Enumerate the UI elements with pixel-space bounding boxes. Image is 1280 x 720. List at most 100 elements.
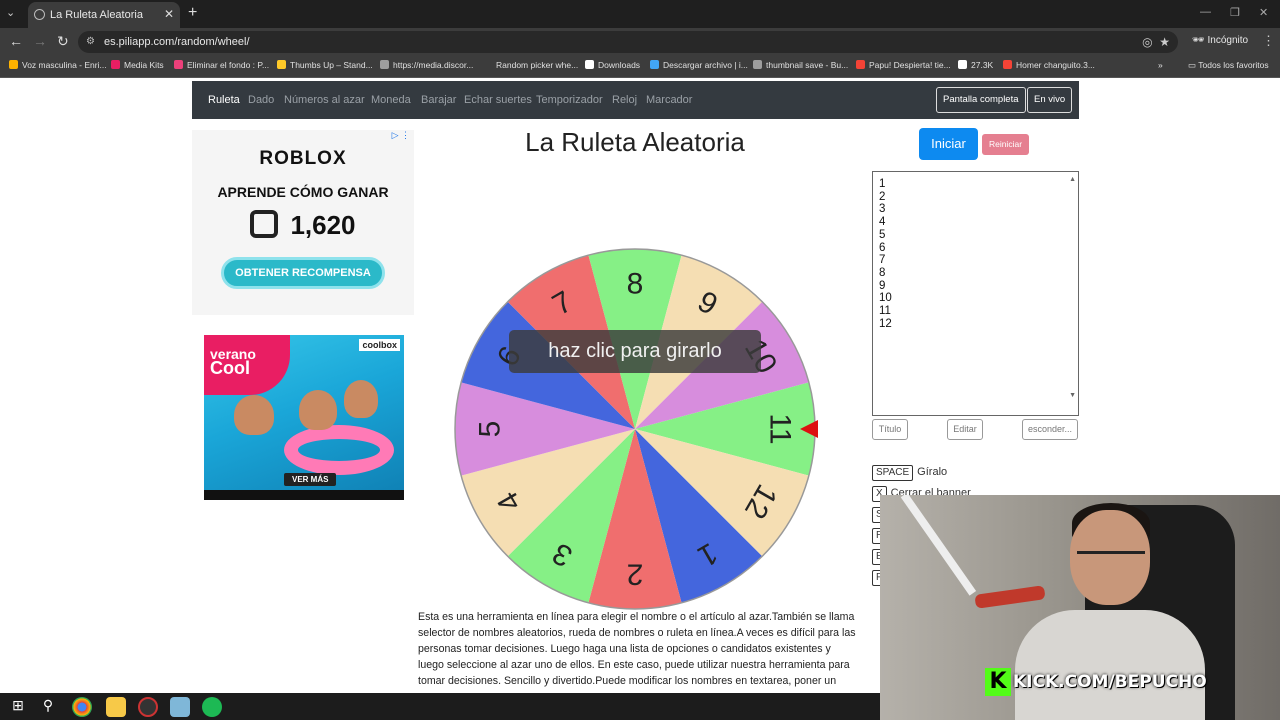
edit-button[interactable]: Editar (947, 419, 983, 440)
incognito-badge[interactable]: 🕶 Incógnito (1192, 35, 1248, 46)
scroll-up-icon[interactable]: ▲ (1069, 174, 1076, 187)
option-line: 4 (879, 216, 886, 229)
shortcut-label: Gíralo (917, 466, 948, 478)
bookmark-item[interactable]: Thumbs Up – Stand... (277, 60, 373, 70)
bookmark-item[interactable]: Random picker whe... (483, 60, 578, 70)
bookmark-item[interactable]: Media Kits (111, 60, 164, 70)
file-explorer-icon[interactable] (106, 697, 126, 717)
site-info-icon[interactable]: ⚙ (86, 31, 95, 53)
bookmark-item[interactable]: Papu! Despierta! tie... (856, 60, 951, 70)
wheel-label: 11 (764, 413, 797, 444)
page-title: La Ruleta Aleatoria (525, 127, 745, 157)
nav-link-temporizador[interactable]: Temporizador (536, 94, 603, 106)
stream-overlay: K KICK.COM/BEPUCHO (985, 668, 1207, 698)
reset-button[interactable]: Reiniciar (982, 134, 1029, 155)
roblox-ad[interactable]: ▷ ⋮ ROBLOX APRENDE CÓMO GANAR 1,620 OBTE… (192, 130, 414, 315)
nav-link-echar-suertes[interactable]: Echar suertes (464, 94, 532, 106)
option-line: 8 (879, 266, 886, 279)
maximize-icon[interactable]: ❐ (1230, 6, 1240, 19)
ad-headline: APRENDE CÓMO GANAR (217, 184, 389, 200)
nav-link-ruleta[interactable]: Ruleta (208, 94, 240, 106)
bookmark-item[interactable]: Eliminar el fondo : P... (174, 60, 269, 70)
tab-title: La Ruleta Aleatoria (50, 9, 143, 21)
pool-float (284, 425, 394, 475)
nav-link-moneda[interactable]: Moneda (371, 94, 411, 106)
description-text: Esta es una herramienta en línea para el… (418, 611, 856, 687)
browser-toolbar: ← → ↻ ⚙ es.piliapp.com/random/wheel/ ◎ ★… (0, 28, 1280, 56)
hide-button[interactable]: esconder... (1022, 419, 1078, 440)
reload-icon[interactable]: ↻ (57, 33, 69, 50)
start-button[interactable]: Iniciar (919, 128, 978, 160)
menu-icon[interactable]: ⋮ (1262, 33, 1275, 49)
back-icon[interactable]: ← (9, 33, 23, 49)
option-line: 10 (879, 292, 892, 305)
ad-choices-icon[interactable]: ▷ ⋮ (392, 130, 410, 141)
ad-reward-button[interactable]: OBTENER RECOMPENSA (221, 257, 385, 289)
shortcut-key: SPACE (872, 465, 914, 481)
nav-link-numeros[interactable]: Números al azar (284, 94, 365, 106)
windows-start-icon[interactable]: ⊞ (8, 697, 28, 717)
taskbar: ⊞ ⚲ (0, 693, 880, 720)
fullscreen-button[interactable]: Pantalla completa (936, 87, 1026, 113)
minimize-icon[interactable]: — (1200, 6, 1211, 18)
ad-person (344, 380, 378, 418)
close-window-icon[interactable]: ✕ (1259, 6, 1268, 19)
ad-person (299, 390, 337, 430)
globe-icon (34, 9, 45, 20)
bookmark-star-icon[interactable]: ◎ ★ (1142, 31, 1170, 53)
bookmark-favicon-icon (9, 60, 18, 69)
bookmark-item[interactable]: 27.3K (958, 60, 993, 70)
nav-link-marcador[interactable]: Marcador (646, 94, 692, 106)
bookmark-item[interactable]: Voz masculina - Enri... (9, 60, 107, 70)
app-icon[interactable] (170, 697, 190, 717)
ad-more-button[interactable]: VER MÁS (284, 473, 337, 486)
bookmark-item[interactable]: Downloads (585, 60, 640, 70)
chrome-icon[interactable] (72, 697, 92, 717)
options-textarea[interactable]: ▲ 1 2 3 4 5 6 7 8 9 10 11 12 ▼ (872, 171, 1079, 416)
bookmark-favicon-icon (111, 60, 120, 69)
summer-ad[interactable]: verano Cool coolbox VER MÁS (204, 335, 404, 500)
nav-link-dado[interactable]: Dado (248, 94, 274, 106)
forward-icon[interactable]: → (33, 33, 47, 49)
browser-tab[interactable]: La Ruleta Aleatoria ✕ (28, 2, 180, 28)
bookmark-item[interactable]: Homer changuito.3... (1003, 60, 1095, 70)
nav-link-barajar[interactable]: Barajar (421, 94, 456, 106)
option-line: 9 (879, 279, 886, 292)
address-bar[interactable]: ⚙ es.piliapp.com/random/wheel/ ◎ ★ (78, 31, 1178, 53)
search-icon[interactable]: ⚲ (38, 697, 58, 717)
bookmark-favicon-icon (174, 60, 183, 69)
bookmark-favicon-icon (1003, 60, 1012, 69)
title-button[interactable]: Título (872, 419, 908, 440)
random-wheel[interactable]: 123456789101112 (452, 246, 818, 612)
option-line: 1 (879, 178, 886, 190)
new-tab-icon[interactable]: + (188, 4, 197, 22)
wheel-label: 8 (627, 268, 644, 301)
robux-amount: 1,620 (192, 210, 414, 241)
spin-hint[interactable]: haz clic para girarlo (509, 330, 761, 373)
site-nav: Ruleta Dado Números al azar Moneda Baraj… (192, 81, 1079, 119)
profile-label: Incógnito (1207, 35, 1249, 46)
live-button[interactable]: En vivo (1027, 87, 1073, 113)
spotify-icon[interactable] (202, 697, 222, 717)
scroll-down-icon[interactable]: ▼ (1069, 390, 1076, 403)
roblox-logo: ROBLOX (259, 148, 347, 169)
bookmark-item[interactable]: Descargar archivo | i... (650, 60, 748, 70)
nav-link-reloj[interactable]: Reloj (612, 94, 637, 106)
wheel-label: 5 (474, 421, 507, 438)
bookmark-favicon-icon (380, 60, 389, 69)
ad-badge: verano Cool (204, 335, 290, 395)
shortcut-row: SPACE Gíralo (872, 465, 947, 481)
close-tab-icon[interactable]: ✕ (164, 7, 174, 21)
options-list: 1 2 3 4 5 6 7 8 9 10 11 12 (879, 178, 1072, 330)
browser-tabbar: ⌄ La Ruleta Aleatoria ✕ + — ❐ ✕ (0, 0, 1280, 28)
robux-icon (250, 210, 279, 238)
bookmark-favicon-icon (483, 60, 492, 69)
bookmark-item[interactable]: https://media.discor... (380, 60, 473, 70)
obs-icon[interactable] (138, 697, 158, 717)
bookmark-favicon-icon (958, 60, 967, 69)
bookmarks-folder[interactable]: ▭ Todos los favoritos (1188, 60, 1269, 71)
option-line: 11 (879, 305, 891, 318)
more-bookmarks-icon[interactable]: » (1158, 60, 1163, 70)
tab-search-icon[interactable]: ⌄ (6, 6, 15, 19)
bookmark-item[interactable]: thumbnail save - Bu... (753, 60, 848, 70)
